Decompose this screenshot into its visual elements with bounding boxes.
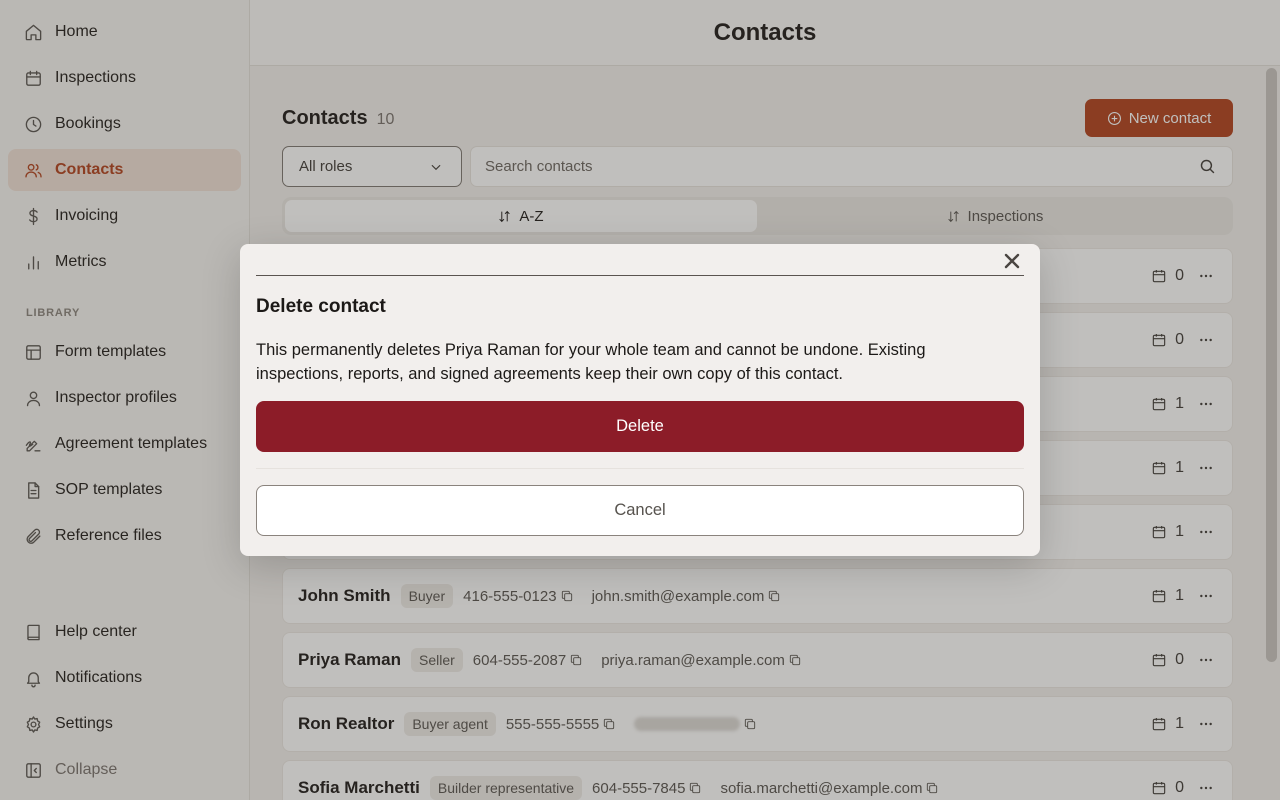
dialog-divider [256,468,1024,469]
close-button[interactable] [1002,252,1022,272]
dialog-title: Delete contact [256,296,386,317]
cancel-button[interactable]: Cancel [256,485,1024,536]
delete-contact-dialog: Delete contact This permanently deletes … [240,244,1040,556]
close-icon [1004,253,1020,268]
delete-button[interactable]: Delete [256,401,1024,452]
dialog-top-divider [256,275,1024,276]
dialog-message: This permanently deletes Priya Raman for… [256,341,926,383]
